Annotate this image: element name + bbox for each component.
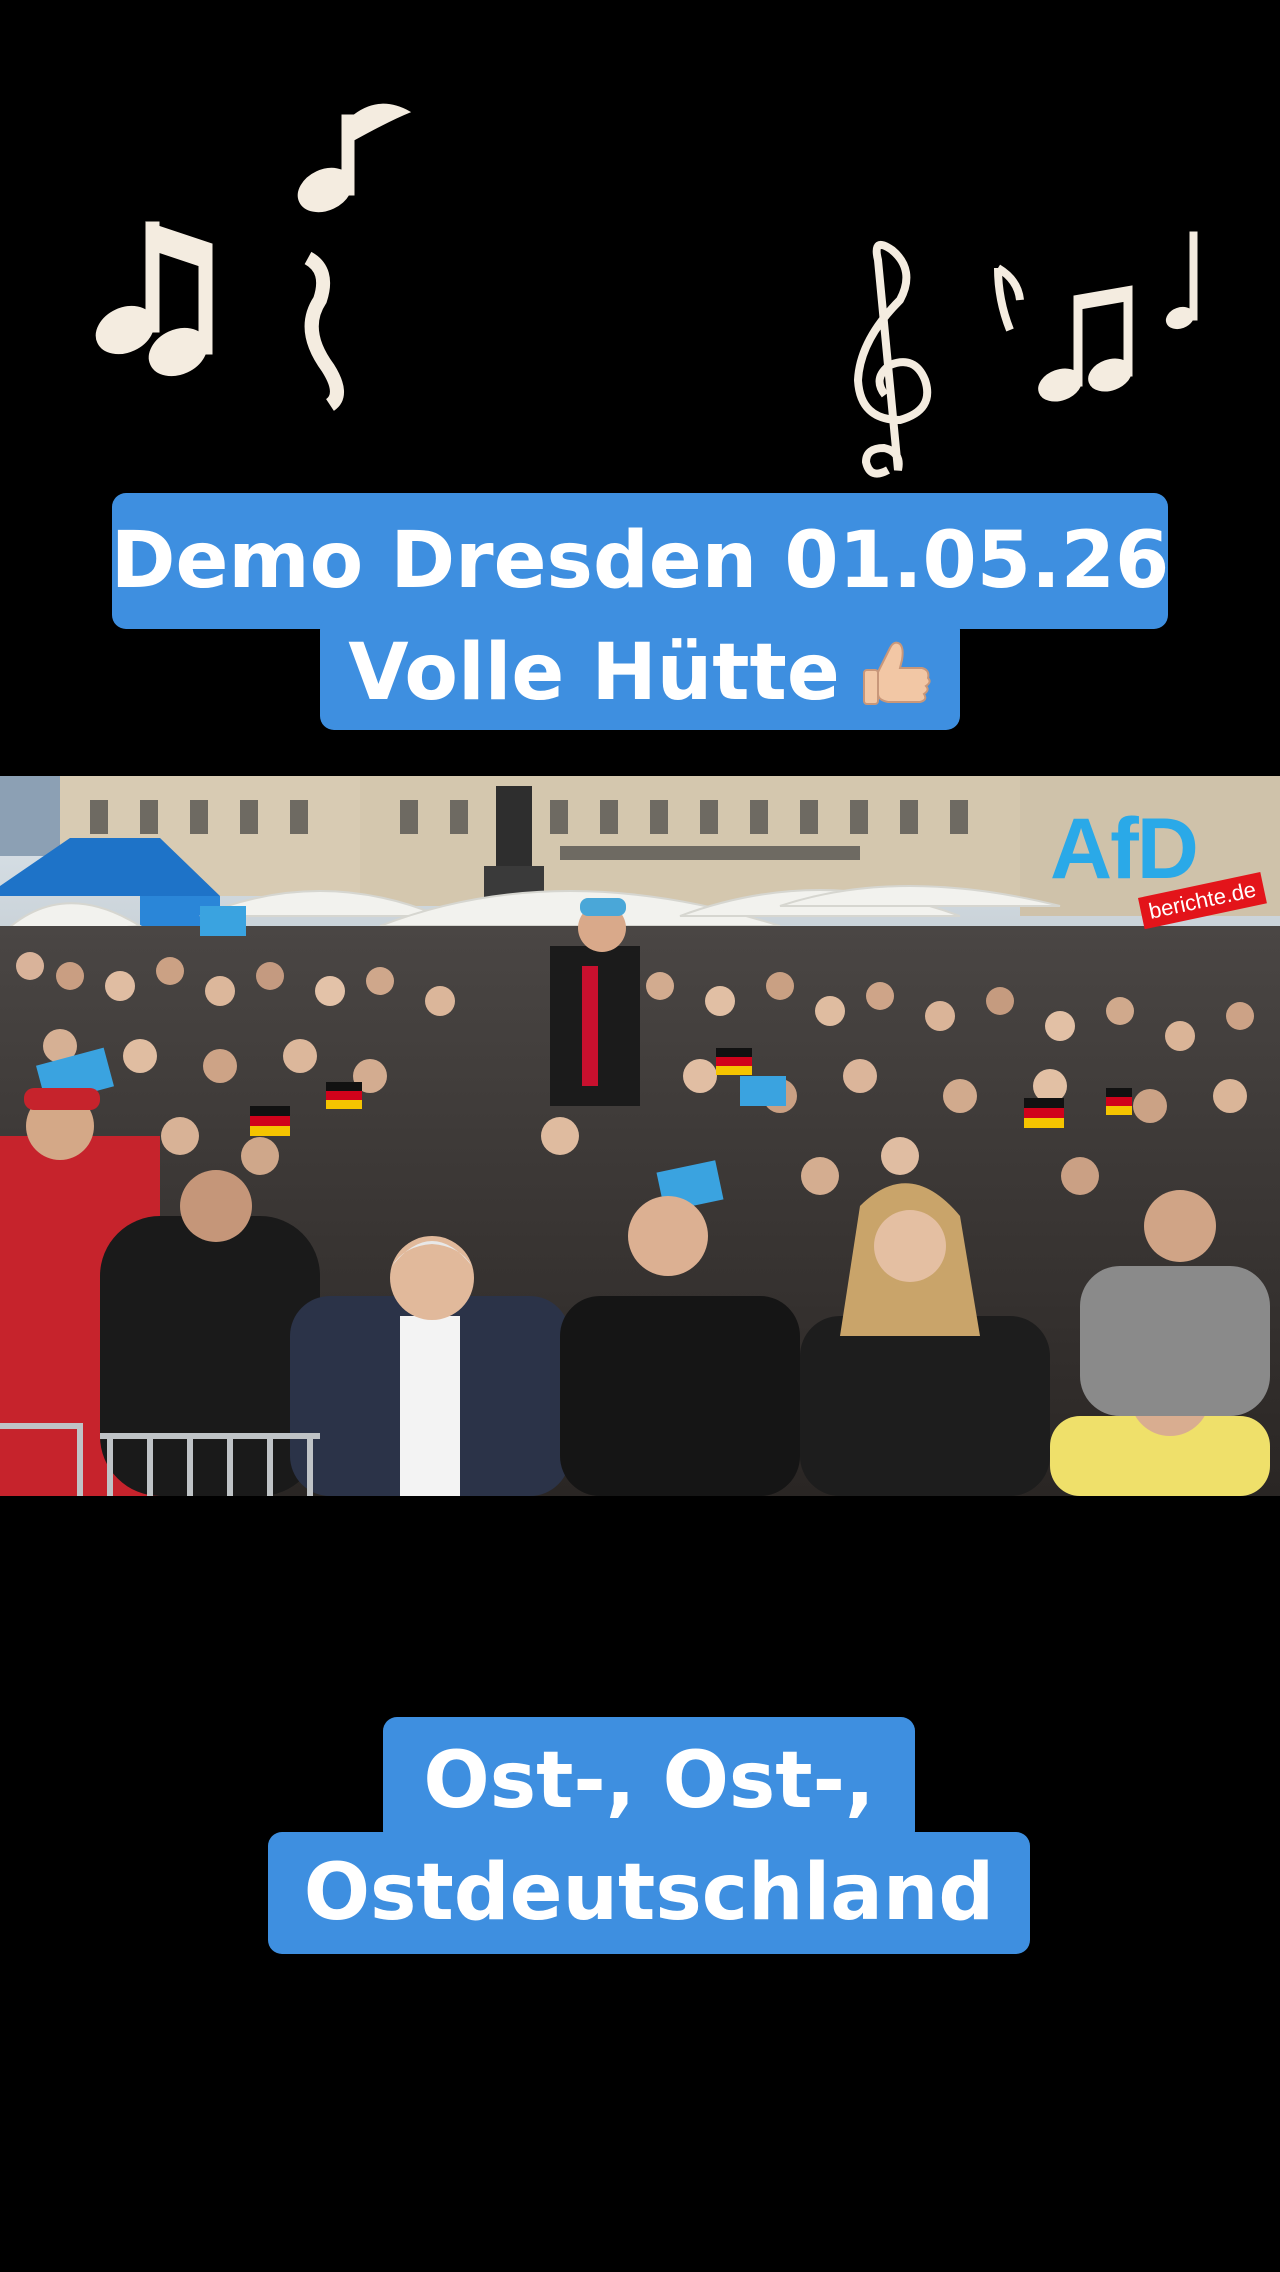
- top-caption-line-1: Demo Dresden 01.05.26: [110, 516, 1170, 606]
- top-caption-line-2: Volle Hütte: [348, 628, 840, 718]
- music-note-icon: [1165, 231, 1198, 330]
- treble-clef-icon: [853, 240, 932, 478]
- bottom-caption-line-2: Ostdeutschland: [303, 1848, 995, 1938]
- music-note-icon: [994, 264, 1024, 332]
- music-note-icon: [95, 221, 213, 377]
- logo-brand: AfD: [1050, 801, 1199, 897]
- top-caption-line-2-box: Volle Hütte: [320, 616, 960, 730]
- bottom-caption-line-1-box: Ost-, Ost-,: [383, 1717, 915, 1845]
- bottom-caption-line-1: Ost-, Ost-,: [423, 1736, 875, 1826]
- top-caption-line-1-box: Demo Dresden 01.05.26: [110, 493, 1170, 629]
- bottom-caption-line-2-box: Ostdeutschland: [268, 1832, 1030, 1954]
- afd-berichte-logo: AfD berichte.de: [1050, 801, 1267, 930]
- music-note-icon: [1038, 285, 1133, 402]
- music-notes-decoration: [95, 103, 1198, 478]
- music-note-icon: [297, 103, 412, 411]
- thumbs-up-icon: [862, 641, 931, 705]
- event-photo: AfD berichte.de: [0, 776, 1280, 1496]
